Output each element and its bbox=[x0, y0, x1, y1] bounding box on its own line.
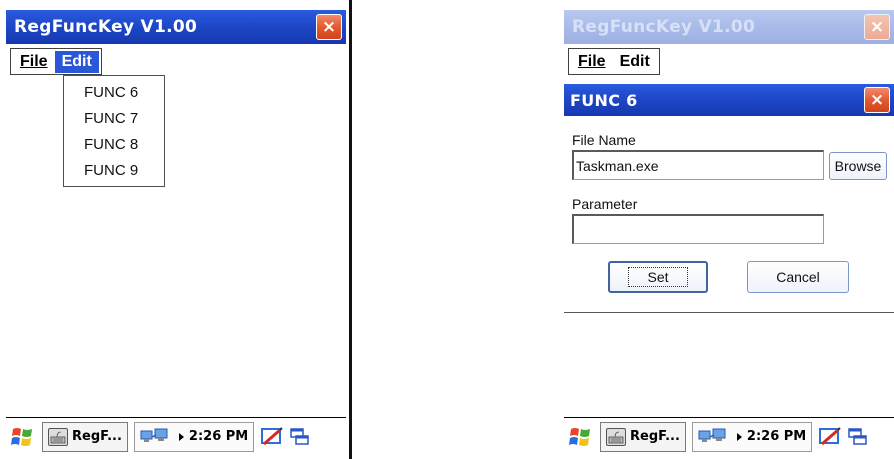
menu-file[interactable]: File bbox=[13, 51, 55, 73]
pen-input-icon[interactable] bbox=[818, 426, 842, 448]
menu-item-func8[interactable]: FUNC 8 bbox=[64, 132, 164, 158]
file-name-label: File Name bbox=[572, 132, 636, 148]
task-switch-icon[interactable] bbox=[848, 427, 868, 447]
menu-file[interactable]: File bbox=[571, 51, 613, 73]
dialog-title: FUNC 6 bbox=[570, 90, 638, 110]
close-button[interactable]: × bbox=[316, 14, 342, 40]
title-bar: RegFuncKey V1.00 × bbox=[564, 10, 894, 44]
parameter-label: Parameter bbox=[572, 196, 638, 212]
dialog-close-button[interactable]: × bbox=[864, 87, 890, 113]
edit-dropdown-menu: FUNC 6 FUNC 7 FUNC 8 FUNC 9 bbox=[63, 75, 165, 187]
title-bar: RegFuncKey V1.00 × bbox=[6, 10, 346, 44]
clock: 2:26 PM bbox=[188, 429, 249, 444]
menu-edit-label: Edit bbox=[61, 52, 92, 70]
set-button-label: Set bbox=[628, 267, 688, 287]
taskbar-app-button[interactable]: RegF... bbox=[42, 421, 128, 452]
right-screen: RegFuncKey V1.00 × File Edit FUNC 6 × Fi… bbox=[564, 10, 894, 455]
menu-item-func9[interactable]: FUNC 9 bbox=[64, 158, 164, 184]
browse-button[interactable]: Browse bbox=[829, 152, 887, 180]
dialog-bottom-edge bbox=[564, 312, 894, 313]
left-screen: RegFuncKey V1.00 × File Edit FUNC 6 FUNC… bbox=[6, 10, 346, 455]
menu-edit[interactable]: Edit bbox=[54, 50, 99, 73]
file-name-input[interactable] bbox=[572, 150, 824, 180]
network-icon[interactable] bbox=[140, 427, 174, 447]
window-title: RegFuncKey V1.00 bbox=[572, 17, 756, 37]
system-tray: 2:26 PM bbox=[691, 421, 813, 452]
cancel-button-label: Cancel bbox=[776, 269, 820, 285]
screenshot-divider bbox=[349, 0, 352, 459]
pen-input-icon[interactable] bbox=[260, 426, 284, 448]
parameter-input[interactable] bbox=[572, 214, 824, 244]
tray-expand-arrow-icon[interactable] bbox=[736, 432, 742, 441]
taskbar: RegF... 2:26 PM bbox=[564, 417, 894, 455]
windows-start-icon[interactable] bbox=[568, 425, 594, 449]
menu-file-label: File bbox=[20, 52, 48, 70]
dialog-title-bar: FUNC 6 × bbox=[564, 84, 894, 116]
taskbar: RegF... 2:26 PM bbox=[6, 417, 346, 455]
close-icon: × bbox=[321, 16, 337, 37]
keyboard-app-icon bbox=[48, 427, 68, 446]
close-icon: × bbox=[869, 16, 885, 37]
menu-edit[interactable]: Edit bbox=[613, 51, 657, 73]
task-switch-icon[interactable] bbox=[290, 427, 310, 447]
menu-file-label: File bbox=[578, 52, 606, 70]
taskbar-app-label: RegF... bbox=[630, 429, 680, 444]
cancel-button[interactable]: Cancel bbox=[747, 261, 849, 293]
dialog-body: File Name Browse Parameter Set Cancel bbox=[564, 116, 894, 417]
menu-edit-label: Edit bbox=[619, 52, 650, 70]
window-title: RegFuncKey V1.00 bbox=[14, 17, 198, 37]
clock: 2:26 PM bbox=[746, 429, 807, 444]
menu-item-func7[interactable]: FUNC 7 bbox=[64, 106, 164, 132]
network-icon[interactable] bbox=[698, 427, 732, 447]
set-button[interactable]: Set bbox=[608, 261, 708, 293]
menu-bar: File Edit bbox=[568, 48, 660, 75]
taskbar-app-button[interactable]: RegF... bbox=[600, 421, 686, 452]
windows-start-icon[interactable] bbox=[10, 425, 36, 449]
tray-expand-arrow-icon[interactable] bbox=[178, 432, 184, 441]
menu-item-func6[interactable]: FUNC 6 bbox=[64, 80, 164, 106]
taskbar-app-label: RegF... bbox=[72, 429, 122, 444]
keyboard-app-icon bbox=[606, 427, 626, 446]
browse-button-label: Browse bbox=[834, 158, 882, 174]
system-tray: 2:26 PM bbox=[133, 421, 255, 452]
menu-bar: File Edit bbox=[10, 48, 102, 75]
close-icon: × bbox=[869, 89, 885, 110]
close-button[interactable]: × bbox=[864, 14, 890, 40]
